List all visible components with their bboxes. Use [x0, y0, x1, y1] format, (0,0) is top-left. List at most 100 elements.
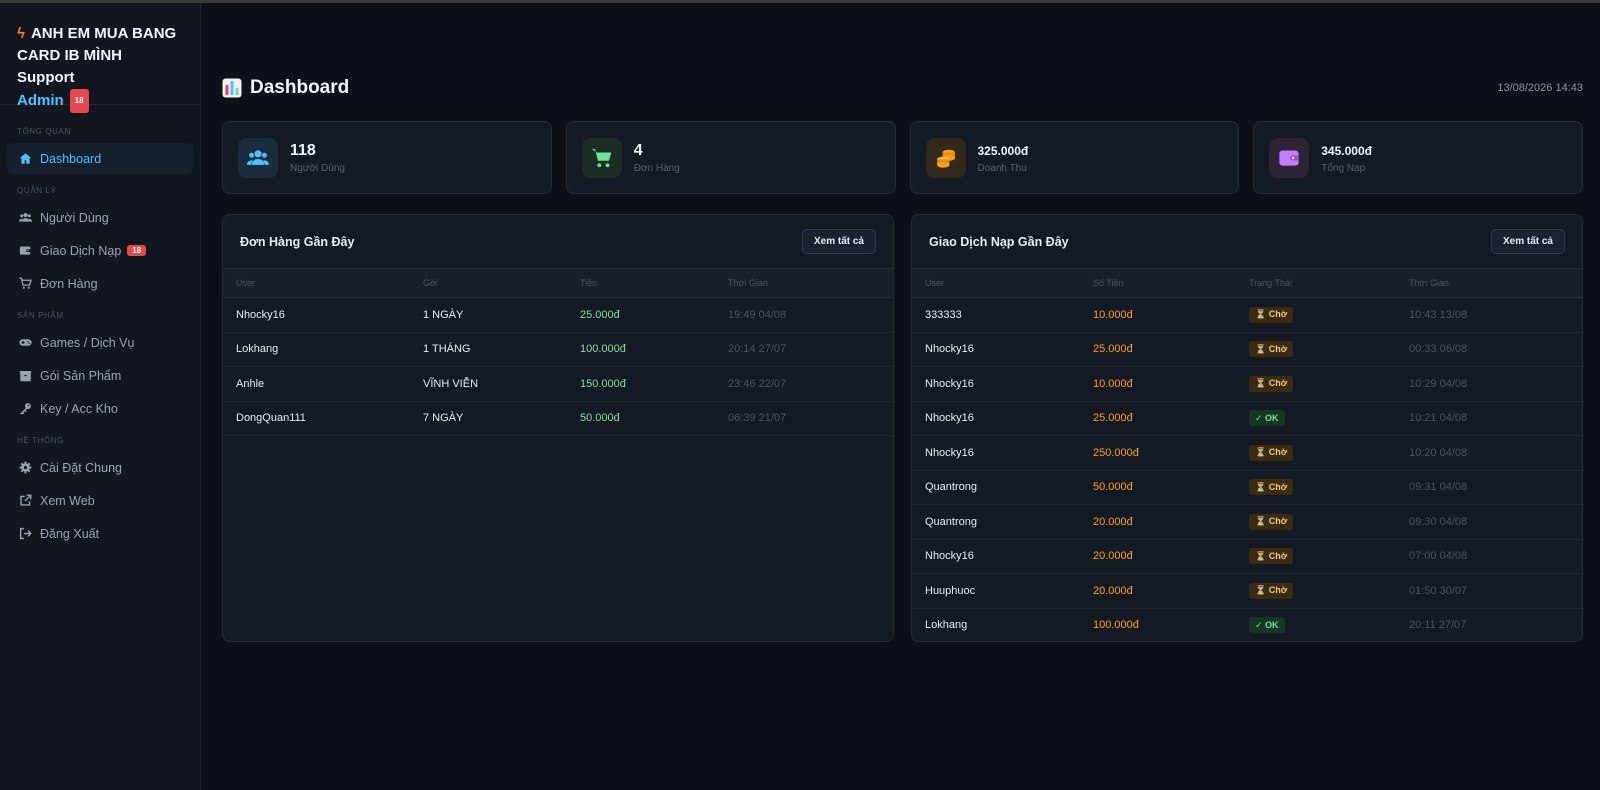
- sidebar-item-label: Đơn Hàng: [40, 276, 98, 291]
- amount-cell: 25.000đ: [1080, 332, 1236, 367]
- table-row[interactable]: 333333 10.000đ ⏳ Chờ 10:43 13/08: [912, 297, 1582, 333]
- column-header: Thời Gian: [715, 268, 893, 298]
- wallet-icon: [1269, 137, 1310, 178]
- amount-cell: 150.000đ: [567, 366, 715, 402]
- page-title: Dashboard: [222, 77, 349, 99]
- time-cell: 01:50 30/07: [1396, 573, 1582, 609]
- sidebar-item-label: Cài Đặt Chung: [40, 460, 122, 475]
- status-badge: ⏳ Chờ: [1249, 341, 1294, 358]
- user-cell: Nhocky16: [912, 435, 1080, 471]
- table-row[interactable]: Quantrong 50.000đ ⏳ Chờ 09:31 04/08: [912, 470, 1582, 505]
- time-cell: 10:21 04/08: [1396, 401, 1582, 436]
- amount-cell: 20.000đ: [1080, 573, 1236, 609]
- sidebar-item-label: Dashboard: [40, 151, 102, 166]
- stats-row: 118 Người Dùng 4 Đơn Hàng 325.000đ Doanh Th…: [222, 121, 1583, 194]
- table-row[interactable]: Nhocky16 10.000đ ⏳ Chờ 10:29 04/08: [912, 366, 1582, 402]
- table-row[interactable]: Nhocky16 25.000đ ⏳ Chờ 00:33 06/08: [912, 332, 1582, 367]
- sidebar-item-users[interactable]: Người Dùng: [7, 202, 193, 233]
- orders-table: User Gói Tiền Thời Gian Nhocky16 1 NGÀY 25…: [223, 268, 893, 436]
- status-badge: ⏳ Chờ: [1249, 306, 1294, 323]
- sidebar-item-logout[interactable]: Đăng Xuất: [7, 518, 193, 549]
- status-badge: ⏳ Chờ: [1249, 548, 1294, 565]
- user-cell: Lokhang: [223, 332, 410, 367]
- amount-cell: 20.000đ: [1080, 539, 1236, 574]
- status-badge: ✓ OK: [1249, 410, 1285, 427]
- view-all-orders-button[interactable]: Xem tất cả: [801, 229, 876, 254]
- time-cell: 10:20 04/08: [1396, 435, 1582, 471]
- amount-cell: 50.000đ: [567, 401, 715, 436]
- amount-cell: 50.000đ: [1080, 470, 1236, 505]
- table-row[interactable]: Nhocky16 250.000đ ⏳ Chờ 10:20 04/08: [912, 435, 1582, 471]
- status-cell: ⏳ Chờ: [1236, 297, 1396, 333]
- user-cell: 333333: [912, 297, 1080, 333]
- cart-icon: [581, 137, 622, 178]
- stat-value: 345.000đ: [1321, 143, 1372, 158]
- topups-table: User Số Tiền Trạng Thái Thời Gian 333333…: [912, 268, 1582, 641]
- status-cell: ✓ OK: [1236, 608, 1396, 641]
- home-icon: [17, 152, 33, 165]
- table-row[interactable]: Quantrong 20.000đ ⏳ Chờ 09:30 04/08: [912, 504, 1582, 540]
- sidebar-item-label: Đăng Xuất: [40, 526, 100, 541]
- sidebar-item-games[interactable]: Games / Dịch Vụ: [7, 327, 193, 358]
- users-icon: [17, 211, 33, 224]
- table-row[interactable]: Huuphuoc 20.000đ ⏳ Chờ 01:50 30/07: [912, 573, 1582, 609]
- stat-card-topups: 345.000đ Tổng Nạp: [1253, 121, 1583, 194]
- package-cell: 1 THÁNG: [410, 332, 567, 367]
- user-cell: Nhocky16: [912, 401, 1080, 436]
- time-cell: 10:43 13/08: [1396, 297, 1582, 333]
- table-row[interactable]: Lokhang 100.000đ ✓ OK 20:11 27/07: [912, 608, 1582, 641]
- sidebar-item-dashboard[interactable]: Dashboard: [7, 143, 193, 174]
- stat-label: Đơn Hàng: [633, 162, 680, 174]
- sidebar-item-orders[interactable]: Đơn Hàng: [7, 268, 193, 299]
- bar-chart-icon: [222, 78, 242, 98]
- table-row[interactable]: Nhocky16 1 NGÀY 25.000đ 19:49 04/08: [223, 297, 893, 333]
- time-cell: 09:30 04/08: [1396, 504, 1582, 540]
- brand-title-text: ANH EM MUA BANG: [30, 25, 177, 42]
- logout-icon: [17, 527, 33, 540]
- sidebar-item-topups[interactable]: Giao Dịch Nạp 18: [7, 235, 193, 266]
- status-cell: ⏳ Chờ: [1236, 435, 1396, 471]
- stat-card-revenue: 325.000đ Doanh Thu: [909, 121, 1240, 194]
- status-cell: ⏳ Chờ: [1236, 539, 1396, 574]
- table-row[interactable]: Lokhang 1 THÁNG 100.000đ 20:14 27/07: [223, 332, 893, 367]
- nav-section-manage: QUẢN LÝ: [17, 186, 57, 195]
- sidebar-item-settings[interactable]: Cài Đặt Chung: [7, 452, 193, 483]
- amount-cell: 25.000đ: [567, 297, 715, 333]
- brand: ϟ ANH EM MUA BANG CARD IB MÌNH Support Ad…: [0, 3, 200, 113]
- brand-admin-label: Admin: [17, 92, 64, 109]
- status-cell: ⏳ Chờ: [1236, 366, 1396, 402]
- sidebar-item-view-web[interactable]: Xem Web: [7, 485, 193, 516]
- column-header: User: [912, 268, 1080, 298]
- amount-cell: 100.000đ: [567, 332, 715, 367]
- table-row[interactable]: DongQuan111 7 NGÀY 50.000đ 06:39 21/07: [223, 401, 893, 436]
- panel-title: Đơn Hàng Gần Đây: [240, 234, 355, 249]
- sidebar-item-label: Games / Dịch Vụ: [40, 335, 135, 350]
- status-badge: ⏳ Chờ: [1249, 582, 1294, 599]
- sidebar-item-keys[interactable]: Key / Acc Kho: [7, 393, 193, 424]
- status-cell: ⏳ Chờ: [1236, 504, 1396, 540]
- status-cell: ⏳ Chờ: [1236, 332, 1396, 367]
- sidebar-nav: TỔNG QUAN Dashboard QUẢN LÝ Người Dùng G…: [0, 105, 200, 549]
- sidebar-item-label: Người Dùng: [40, 210, 109, 225]
- user-cell: Nhocky16: [912, 539, 1080, 574]
- cart-icon: [17, 277, 33, 290]
- amount-cell: 100.000đ: [1080, 608, 1236, 641]
- column-header: Số Tiền: [1080, 268, 1236, 298]
- bolt-icon: ϟ: [17, 25, 25, 42]
- stat-card-orders: 4 Đơn Hàng: [565, 121, 896, 194]
- brand-badge: 18: [69, 89, 89, 113]
- time-cell: 23:46 22/07: [715, 366, 893, 402]
- view-all-topups-button[interactable]: Xem tất cả: [1490, 229, 1565, 254]
- status-badge: ⏳ Chờ: [1249, 444, 1294, 461]
- users-icon: [238, 137, 278, 178]
- status-badge: ✓ OK: [1249, 617, 1285, 634]
- table-row[interactable]: Nhocky16 20.000đ ⏳ Chờ 07:00 04/08: [912, 539, 1582, 574]
- user-cell: Lokhang: [912, 608, 1080, 641]
- sidebar-item-packages[interactable]: Gói Sản Phẩm: [7, 360, 193, 391]
- table-row[interactable]: Nhocky16 25.000đ ✓ OK 10:21 04/08: [912, 401, 1582, 436]
- status-cell: ⏳ Chờ: [1236, 573, 1396, 609]
- stat-label: Doanh Thu: [977, 162, 1027, 174]
- table-row[interactable]: Anhle VĨNH VIỄN 150.000đ 23:46 22/07: [223, 366, 893, 402]
- stat-value: 4: [633, 141, 643, 159]
- box-icon: [17, 369, 33, 382]
